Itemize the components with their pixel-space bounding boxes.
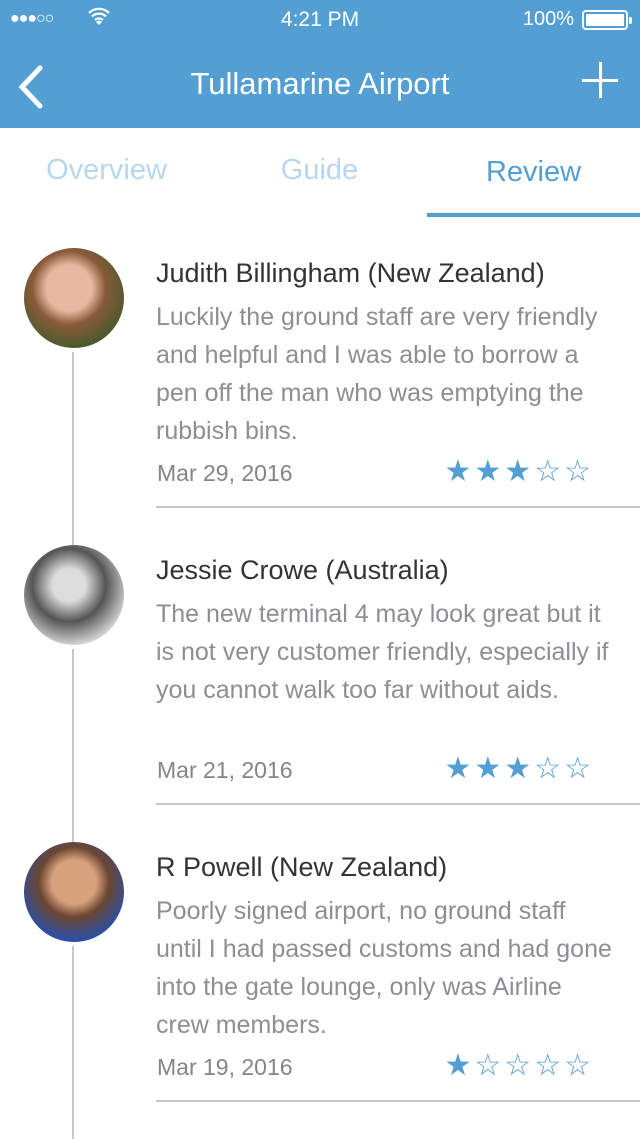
star-filled-icon: ★ [504,752,535,785]
tab-guide[interactable]: Guide [213,154,426,187]
review-text: The new terminal 4 may look great but it… [156,600,609,704]
tab-review[interactable]: Review [427,156,640,189]
avatar[interactable] [24,248,124,348]
reviewer-name: R Powell (New Zealand) [156,852,448,882]
avatar[interactable] [24,545,124,645]
review-text: Luckily the ground staff are very friend… [156,303,598,445]
timeline-line [72,946,74,1139]
review-item: Judith Billingham (New Zealand) Luckily … [0,248,640,545]
reviewer-name: Judith Billingham (New Zealand) [156,258,545,288]
avatar[interactable] [24,842,124,942]
star-empty-icon: ☆ [534,455,565,488]
nav-bar: ●●●○○ 4:21 PM 100% Tullamarine Airport [0,0,640,128]
star-empty-icon: ☆ [534,1049,565,1082]
page-title: Tullamarine Airport [190,66,450,101]
review-item: R Powell (New Zealand) Poorly signed air… [0,842,640,1139]
review-item: Jessie Crowe (Australia) The new termina… [0,545,640,842]
star-filled-icon: ★ [444,1049,475,1082]
star-rating: ★★★☆☆ [444,454,594,489]
star-filled-icon: ★ [474,455,505,488]
add-button[interactable] [582,62,618,98]
star-empty-icon: ☆ [474,1049,505,1082]
review-date: Mar 19, 2016 [157,1054,293,1080]
review-date: Mar 21, 2016 [157,757,293,783]
star-rating: ★☆☆☆☆ [444,1048,594,1083]
status-bar: ●●●○○ 4:21 PM 100% [0,0,640,40]
star-rating: ★★★☆☆ [444,751,594,786]
star-filled-icon: ★ [444,752,475,785]
timeline-line [72,352,74,545]
battery-icon [582,10,632,30]
divider [156,803,640,805]
divider [156,1100,640,1102]
tab-bar: Overview Guide Review [0,128,640,218]
star-empty-icon: ☆ [504,1049,535,1082]
review-text: Poorly signed airport, no ground staff u… [156,897,612,1039]
divider [156,506,640,508]
tab-overview[interactable]: Overview [0,154,213,187]
review-date: Mar 29, 2016 [157,460,293,486]
star-filled-icon: ★ [474,752,505,785]
star-empty-icon: ☆ [564,455,594,488]
star-filled-icon: ★ [444,455,475,488]
star-empty-icon: ☆ [534,752,565,785]
star-filled-icon: ★ [504,455,535,488]
star-empty-icon: ☆ [564,1049,594,1082]
star-empty-icon: ☆ [564,752,594,785]
active-tab-indicator [427,213,640,217]
reviewer-name: Jessie Crowe (Australia) [156,555,449,585]
battery-percent: 100% [522,8,574,30]
timeline-line [72,649,74,842]
